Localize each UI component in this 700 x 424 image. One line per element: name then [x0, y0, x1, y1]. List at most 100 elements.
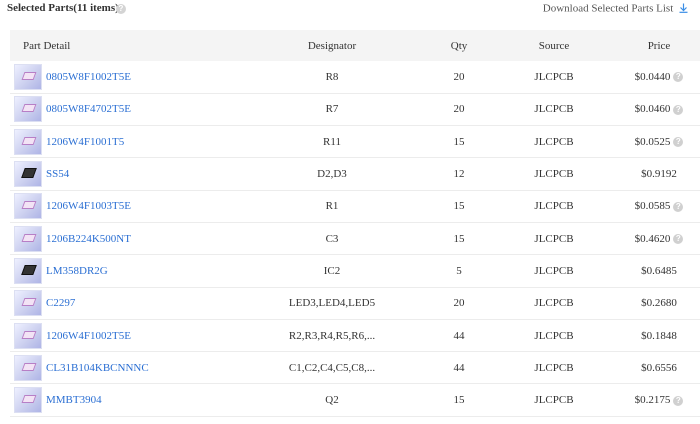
price-value: $0.1848	[641, 329, 677, 342]
component-chip-icon	[21, 201, 37, 210]
part-detail: MMBT3904	[10, 387, 256, 414]
source-cell: JLCPCB	[534, 70, 574, 83]
qty-cell: 20	[453, 297, 465, 310]
designator-cell: R1	[325, 200, 339, 213]
part-thumbnail[interactable]	[14, 322, 42, 349]
price-cell: $0.0460?	[598, 93, 700, 125]
qty-cell: 44	[453, 361, 465, 374]
price-cell: $0.1848	[598, 319, 700, 351]
source-cell: JLCPCB	[534, 329, 574, 342]
part-detail: 0805W8F4702T5E	[10, 96, 256, 123]
part-detail-cell: LM358DR2G	[10, 255, 256, 287]
part-number-link[interactable]: LM358DR2G	[46, 265, 108, 277]
part-detail-cell: 1206B224K500NT	[10, 222, 256, 254]
price-help-icon[interactable]: ?	[673, 137, 684, 148]
part-detail-cell: 0805W8F4702T5E	[10, 93, 256, 125]
part-thumbnail[interactable]	[14, 96, 42, 123]
help-icon[interactable]: ?	[116, 4, 126, 14]
price: $0.6556	[641, 362, 677, 374]
price-help-icon[interactable]: ?	[673, 72, 684, 83]
designator-cell: R7	[325, 103, 339, 116]
component-chip-icon	[21, 71, 37, 80]
source-cell: JLCPCB	[534, 361, 574, 374]
qty-cell: 15	[453, 135, 465, 148]
part-thumbnail[interactable]	[14, 128, 42, 155]
part-number-link[interactable]: CL31B104KBCNNNC	[46, 362, 149, 374]
part-thumbnail[interactable]	[14, 290, 42, 317]
part-number-link[interactable]: 0805W8F4702T5E	[46, 103, 131, 115]
download-icon	[679, 3, 688, 14]
price-cell: $0.2680	[598, 287, 700, 319]
qty-cell: 15	[453, 232, 465, 245]
price-value: $0.0440	[634, 70, 671, 83]
qty-cell: 20	[453, 70, 465, 83]
component-chip-icon	[21, 330, 37, 339]
source-cell: JLCPCB	[534, 394, 574, 407]
part-thumbnail[interactable]	[14, 225, 42, 252]
price-cell: $0.0440?	[598, 61, 700, 93]
designator-cell: C3	[325, 232, 339, 245]
component-chip-icon	[21, 395, 37, 404]
part-number-link[interactable]: 1206B224K500NT	[46, 233, 131, 245]
price-value: $0.2680	[641, 297, 677, 310]
component-chip-icon	[21, 168, 37, 179]
part-thumbnail[interactable]	[14, 63, 42, 90]
part-number-link[interactable]: 0805W8F1002T5E	[46, 71, 131, 83]
table-row: 1206W4F1003T5E R1 15 JLCPCB $0.0585?	[10, 190, 700, 223]
part-detail-cell: MMBT3904	[10, 384, 256, 416]
price-value: $0.0460	[634, 103, 671, 116]
part-detail-cell: 1206W4F1003T5E	[10, 190, 256, 222]
designator-cell: R2,R3,R4,R5,R6,...	[288, 329, 376, 342]
price-cell: $0.0585?	[598, 190, 700, 222]
price: $0.2175?	[635, 394, 684, 406]
price-help-icon[interactable]: ?	[673, 234, 684, 245]
designator-cell: IC2	[323, 264, 341, 277]
part-detail-cell: 0805W8F1002T5E	[10, 61, 256, 93]
price-cell: $0.9192	[598, 158, 700, 190]
part-detail: 0805W8F1002T5E	[10, 63, 256, 90]
table-row: CL31B104KBCNNNC C1,C2,C4,C5,C8,... 44 JLCPC…	[10, 352, 700, 384]
qty-cell: 5	[456, 264, 462, 277]
table-row: 1206W4F1001T5 R11 15 JLCPCB $0.0525?	[10, 126, 700, 158]
designator-cell: R8	[325, 70, 339, 83]
price-cell: $0.2175?	[598, 384, 700, 416]
part-number-link[interactable]: 1206W4F1002T5E	[46, 330, 131, 342]
column-header-qty: Qty	[450, 39, 468, 52]
selected-parts-title: Selected Parts(11 items)	[7, 2, 119, 14]
price-help-icon[interactable]: ?	[673, 395, 684, 406]
price-help-icon[interactable]: ?	[673, 104, 684, 115]
part-number-link[interactable]: MMBT3904	[46, 394, 102, 406]
qty-cell: 44	[453, 329, 465, 342]
table-row: 1206B224K500NT C3 15 JLCPCB $0.4620?	[10, 222, 700, 255]
part-detail-cell: CL31B104KBCNNNC	[10, 352, 256, 384]
source-cell: JLCPCB	[534, 168, 574, 181]
price-value: $0.6556	[641, 361, 677, 374]
component-chip-icon	[21, 264, 37, 275]
price-value: $0.4620	[634, 232, 671, 245]
qty-cell: 12	[453, 168, 465, 181]
part-number-link[interactable]: 1206W4F1001T5	[46, 136, 124, 148]
selected-parts-header: Selected Parts(11 items) ? Download Sele…	[0, 0, 700, 28]
part-number-link[interactable]: SS54	[46, 168, 69, 180]
part-detail: CL31B104KBCNNNC	[10, 354, 256, 381]
part-thumbnail[interactable]	[14, 354, 42, 381]
source-cell: JLCPCB	[534, 200, 574, 213]
part-thumbnail[interactable]	[14, 257, 42, 284]
download-parts-list-link[interactable]: Download Selected Parts List	[543, 2, 688, 14]
part-detail-cell: 1206W4F1001T5	[10, 126, 256, 158]
price: $0.2680	[641, 297, 677, 309]
price-help-icon[interactable]: ?	[673, 201, 684, 212]
part-detail: SS54	[10, 161, 256, 188]
part-thumbnail[interactable]	[14, 387, 42, 414]
part-thumbnail[interactable]	[14, 193, 42, 220]
part-number-link[interactable]: C2297	[46, 297, 75, 309]
part-number-link[interactable]: 1206W4F1003T5E	[46, 200, 131, 212]
qty-cell: 20	[453, 103, 465, 116]
component-chip-icon	[21, 136, 37, 145]
part-thumbnail[interactable]	[14, 161, 42, 188]
price: $0.9192	[641, 168, 677, 180]
qty-cell: 15	[453, 394, 465, 407]
source-cell: JLCPCB	[534, 232, 574, 245]
download-label: Download Selected Parts List	[542, 2, 674, 15]
price: $0.0440?	[635, 71, 684, 83]
